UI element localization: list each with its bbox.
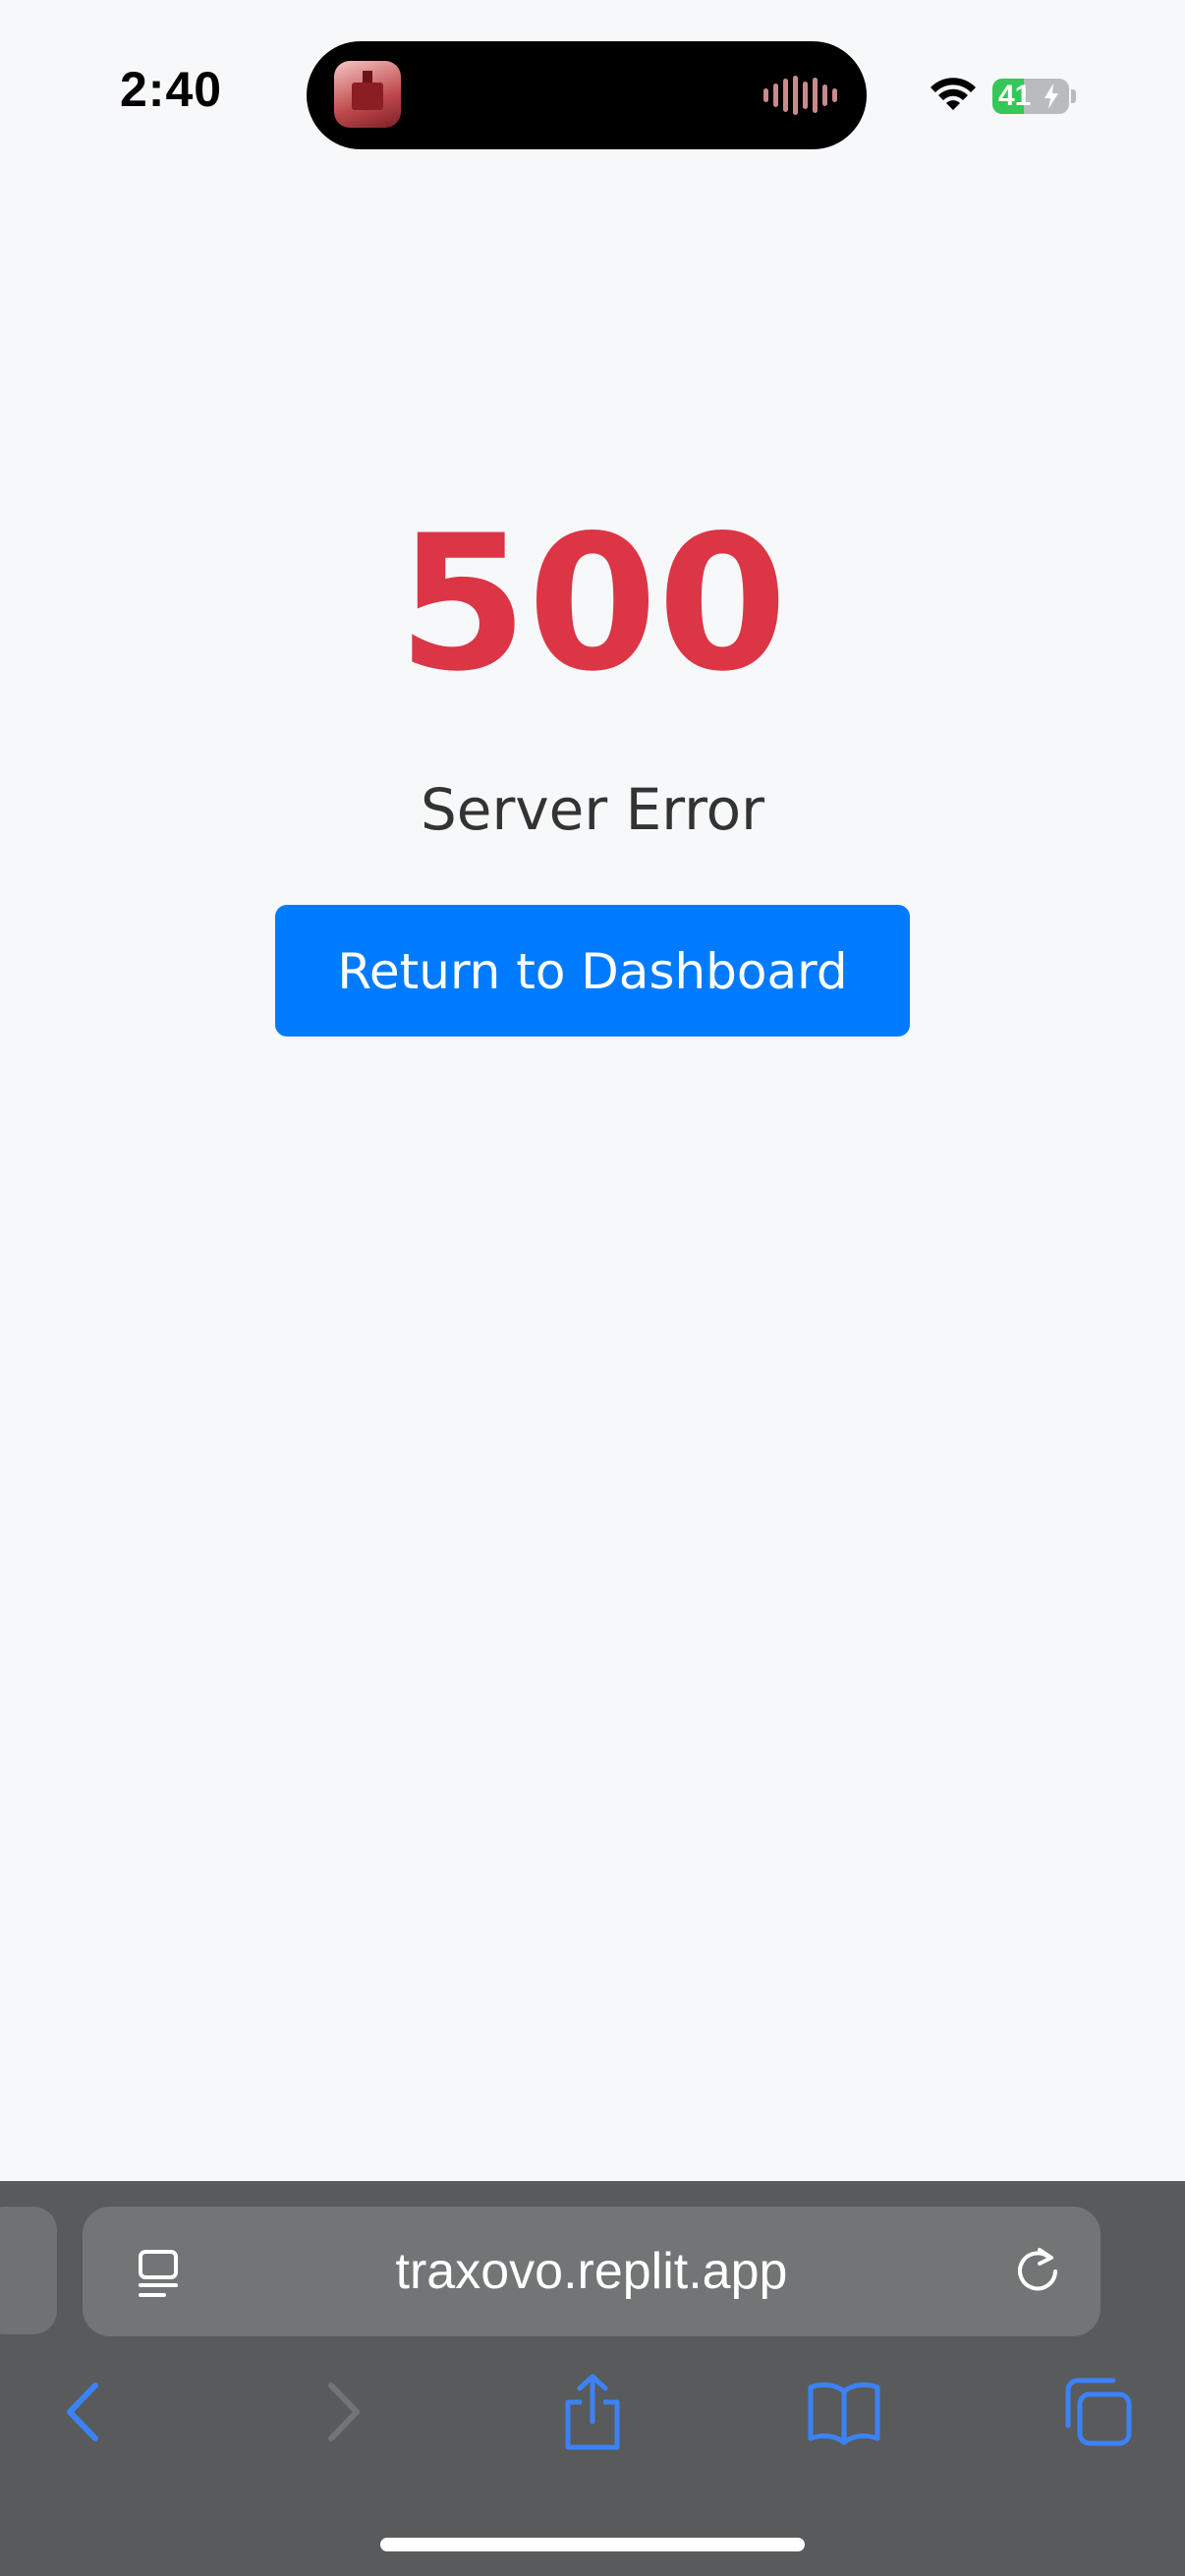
browser-toolbar: traxovo.replit.app — [0, 2181, 1185, 2576]
status-time: 2:40 — [120, 62, 223, 117]
bookmarks-icon — [808, 2381, 880, 2445]
error-code: 500 — [397, 495, 788, 712]
dynamic-island[interactable] — [307, 41, 867, 149]
home-indicator[interactable] — [380, 2538, 805, 2551]
return-to-dashboard-button[interactable]: Return to Dashboard — [275, 905, 910, 1036]
battery-tip — [1071, 89, 1076, 103]
error-message: Server Error — [420, 776, 764, 843]
bookmarks-button[interactable] — [800, 2368, 888, 2456]
app-icon[interactable] — [334, 61, 401, 128]
forward-icon — [328, 2382, 360, 2441]
url-text[interactable]: traxovo.replit.app — [83, 2207, 1100, 2336]
wifi-icon — [931, 78, 976, 110]
battery-icon: 41 — [992, 79, 1069, 114]
screen: 2:40 41 500 Server Error Return to Dashb… — [0, 0, 1185, 2576]
forward-button[interactable] — [297, 2368, 385, 2456]
audio-waveform-icon — [763, 76, 837, 115]
charging-bolt-icon — [1044, 84, 1058, 109]
back-button[interactable] — [41, 2368, 130, 2456]
tabs-icon — [1065, 2378, 1132, 2446]
share-button[interactable] — [548, 2368, 637, 2456]
tabs-button[interactable] — [1053, 2368, 1142, 2456]
previous-tab-preview[interactable] — [0, 2207, 57, 2334]
battery-percent: 41 — [998, 80, 1032, 112]
reload-icon[interactable] — [1010, 2244, 1065, 2299]
back-icon — [67, 2382, 98, 2441]
share-icon — [565, 2374, 620, 2450]
address-bar[interactable]: traxovo.replit.app — [83, 2207, 1100, 2336]
